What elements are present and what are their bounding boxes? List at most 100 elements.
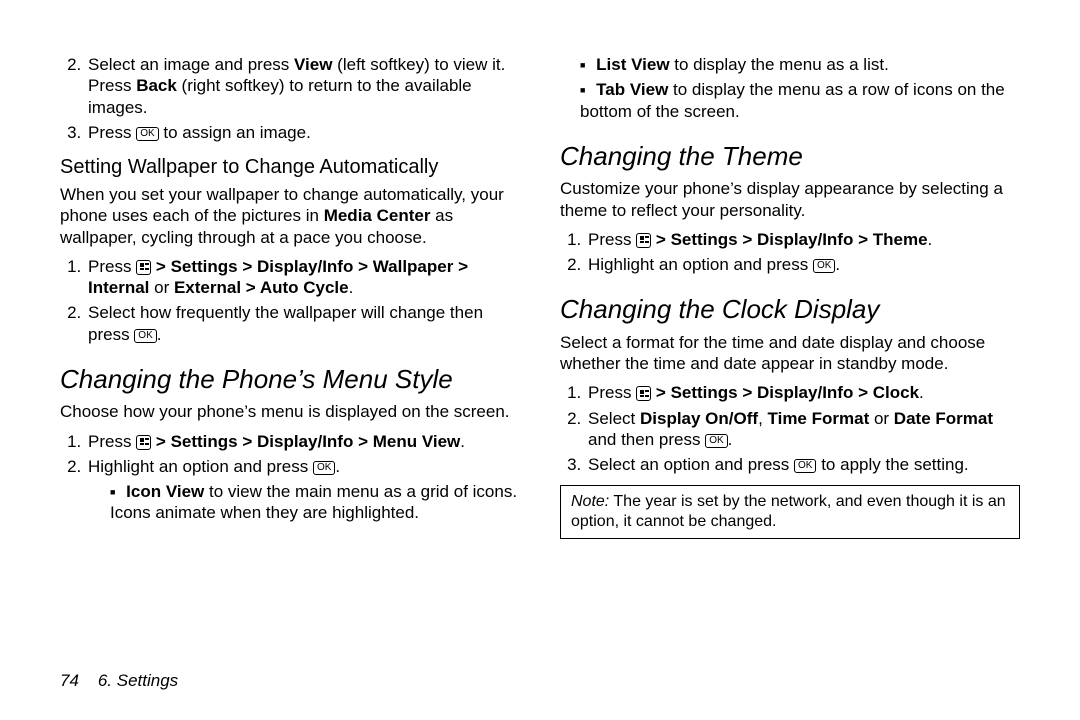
list-item: Highlight an option and press OK. xyxy=(586,254,1020,275)
bold: Time Format xyxy=(768,409,870,428)
note-box: Note: The year is set by the network, an… xyxy=(560,485,1020,539)
menu-key-icon xyxy=(636,233,651,248)
bold: External xyxy=(174,278,241,297)
wallpaper-steps: Press > Settings > Display/Info > Wallpa… xyxy=(60,256,520,345)
bold: Display/Info xyxy=(257,257,353,276)
note-label: Note: xyxy=(571,493,609,510)
bold: Media Center xyxy=(324,206,431,225)
text: . xyxy=(349,278,354,297)
ok-key-icon: OK xyxy=(813,259,835,273)
list-item: Press > Settings > Display/Info > Wallpa… xyxy=(86,256,520,299)
list-item: Press OK to assign an image. xyxy=(86,122,520,143)
text: to assign an image. xyxy=(159,123,311,142)
right-column: List View to display the menu as a list.… xyxy=(560,50,1020,620)
bold: > xyxy=(453,257,468,276)
chapter-label: 6. Settings xyxy=(98,671,178,690)
menu-key-icon xyxy=(136,260,151,275)
text: Press xyxy=(88,257,136,276)
heading-clock: Changing the Clock Display xyxy=(560,293,1020,326)
text: Select an image and press xyxy=(88,55,294,74)
list-item: Press > Settings > Display/Info > Clock. xyxy=(586,382,1020,403)
bold: > xyxy=(238,432,257,451)
text: or xyxy=(869,409,894,428)
bold: > xyxy=(738,383,757,402)
bold: > xyxy=(353,432,372,451)
bold: Settings xyxy=(671,230,738,249)
list-item: Select an option and press OK to apply t… xyxy=(586,454,1020,475)
text: . xyxy=(335,457,340,476)
page-content: Select an image and press View (left sof… xyxy=(0,0,1080,620)
page-number: 74 xyxy=(60,671,79,690)
text: Select xyxy=(588,409,640,428)
text: Highlight an option and press xyxy=(588,255,813,274)
text: Press xyxy=(88,123,136,142)
paragraph: Customize your phone’s display appearanc… xyxy=(560,178,1020,221)
bold: > xyxy=(151,432,170,451)
left-column: Select an image and press View (left sof… xyxy=(60,50,520,620)
bold: > xyxy=(651,383,670,402)
menu-style-steps: Press > Settings > Display/Info > Menu V… xyxy=(60,431,520,524)
text: Press xyxy=(88,432,136,451)
bold: > xyxy=(853,383,872,402)
clock-steps: Press > Settings > Display/Info > Clock.… xyxy=(560,382,1020,475)
ok-key-icon: OK xyxy=(136,127,158,141)
text: or xyxy=(149,278,174,297)
menu-key-icon xyxy=(636,386,651,401)
list-item: Select an image and press View (left sof… xyxy=(86,54,520,118)
bold: Display/Info xyxy=(757,383,853,402)
list-item: Press > Settings > Display/Info > Theme. xyxy=(586,229,1020,250)
bold: View xyxy=(294,55,332,74)
bold: > xyxy=(241,278,260,297)
ok-key-icon: OK xyxy=(134,329,156,343)
ok-key-icon: OK xyxy=(794,459,816,473)
bold: Date Format xyxy=(894,409,993,428)
heading-menu-style: Changing the Phone’s Menu Style xyxy=(60,363,520,396)
text: Highlight an option and press xyxy=(88,457,313,476)
bold: > xyxy=(738,230,757,249)
sub-list: Icon View to view the main menu as a gri… xyxy=(88,481,520,524)
text: to display the menu as a list. xyxy=(670,55,889,74)
bold: Auto Cycle xyxy=(260,278,349,297)
bold: > xyxy=(151,257,170,276)
text: . xyxy=(157,325,162,344)
text: , xyxy=(758,409,767,428)
list-item: Select how frequently the wallpaper will… xyxy=(86,302,520,345)
bold: Clock xyxy=(873,383,919,402)
list-item: Press > Settings > Display/Info > Menu V… xyxy=(86,431,520,452)
text: . xyxy=(835,255,840,274)
bold: Theme xyxy=(873,230,928,249)
bold: Back xyxy=(136,76,177,95)
bold: Settings xyxy=(671,383,738,402)
theme-steps: Press > Settings > Display/Info > Theme.… xyxy=(560,229,1020,276)
bold: Display/Info xyxy=(257,432,353,451)
page-footer: 74 6. Settings xyxy=(60,670,1020,691)
subheading-wallpaper-auto: Setting Wallpaper to Change Automaticall… xyxy=(60,155,520,180)
bold: > xyxy=(353,257,372,276)
text: . xyxy=(728,430,733,449)
bold: > xyxy=(651,230,670,249)
list-item: Highlight an option and press OK. Icon V… xyxy=(86,456,520,524)
menu-key-icon xyxy=(136,435,151,450)
paragraph: Select a format for the time and date di… xyxy=(560,332,1020,375)
list-item: Icon View to view the main menu as a gri… xyxy=(108,481,520,524)
text: . xyxy=(928,230,933,249)
bold: List View xyxy=(596,55,669,74)
bold: Internal xyxy=(88,278,149,297)
text: Press xyxy=(588,383,636,402)
paragraph: When you set your wallpaper to change au… xyxy=(60,184,520,248)
bold: Display On/Off xyxy=(640,409,758,428)
image-steps: Select an image and press View (left sof… xyxy=(60,54,520,143)
bold: Settings xyxy=(171,432,238,451)
paragraph: Choose how your phone’s menu is displaye… xyxy=(60,401,520,422)
bold: Wallpaper xyxy=(373,257,454,276)
heading-theme: Changing the Theme xyxy=(560,140,1020,173)
bold: Settings xyxy=(171,257,238,276)
bold: Menu View xyxy=(373,432,461,451)
bold: Icon View xyxy=(126,482,204,501)
list-item: List View to display the menu as a list. xyxy=(580,54,1020,75)
bold: Display/Info xyxy=(757,230,853,249)
text: . xyxy=(460,432,465,451)
text: Select an option and press xyxy=(588,455,794,474)
bold: > xyxy=(853,230,872,249)
list-item: Select Display On/Off, Time Format or Da… xyxy=(586,408,1020,451)
